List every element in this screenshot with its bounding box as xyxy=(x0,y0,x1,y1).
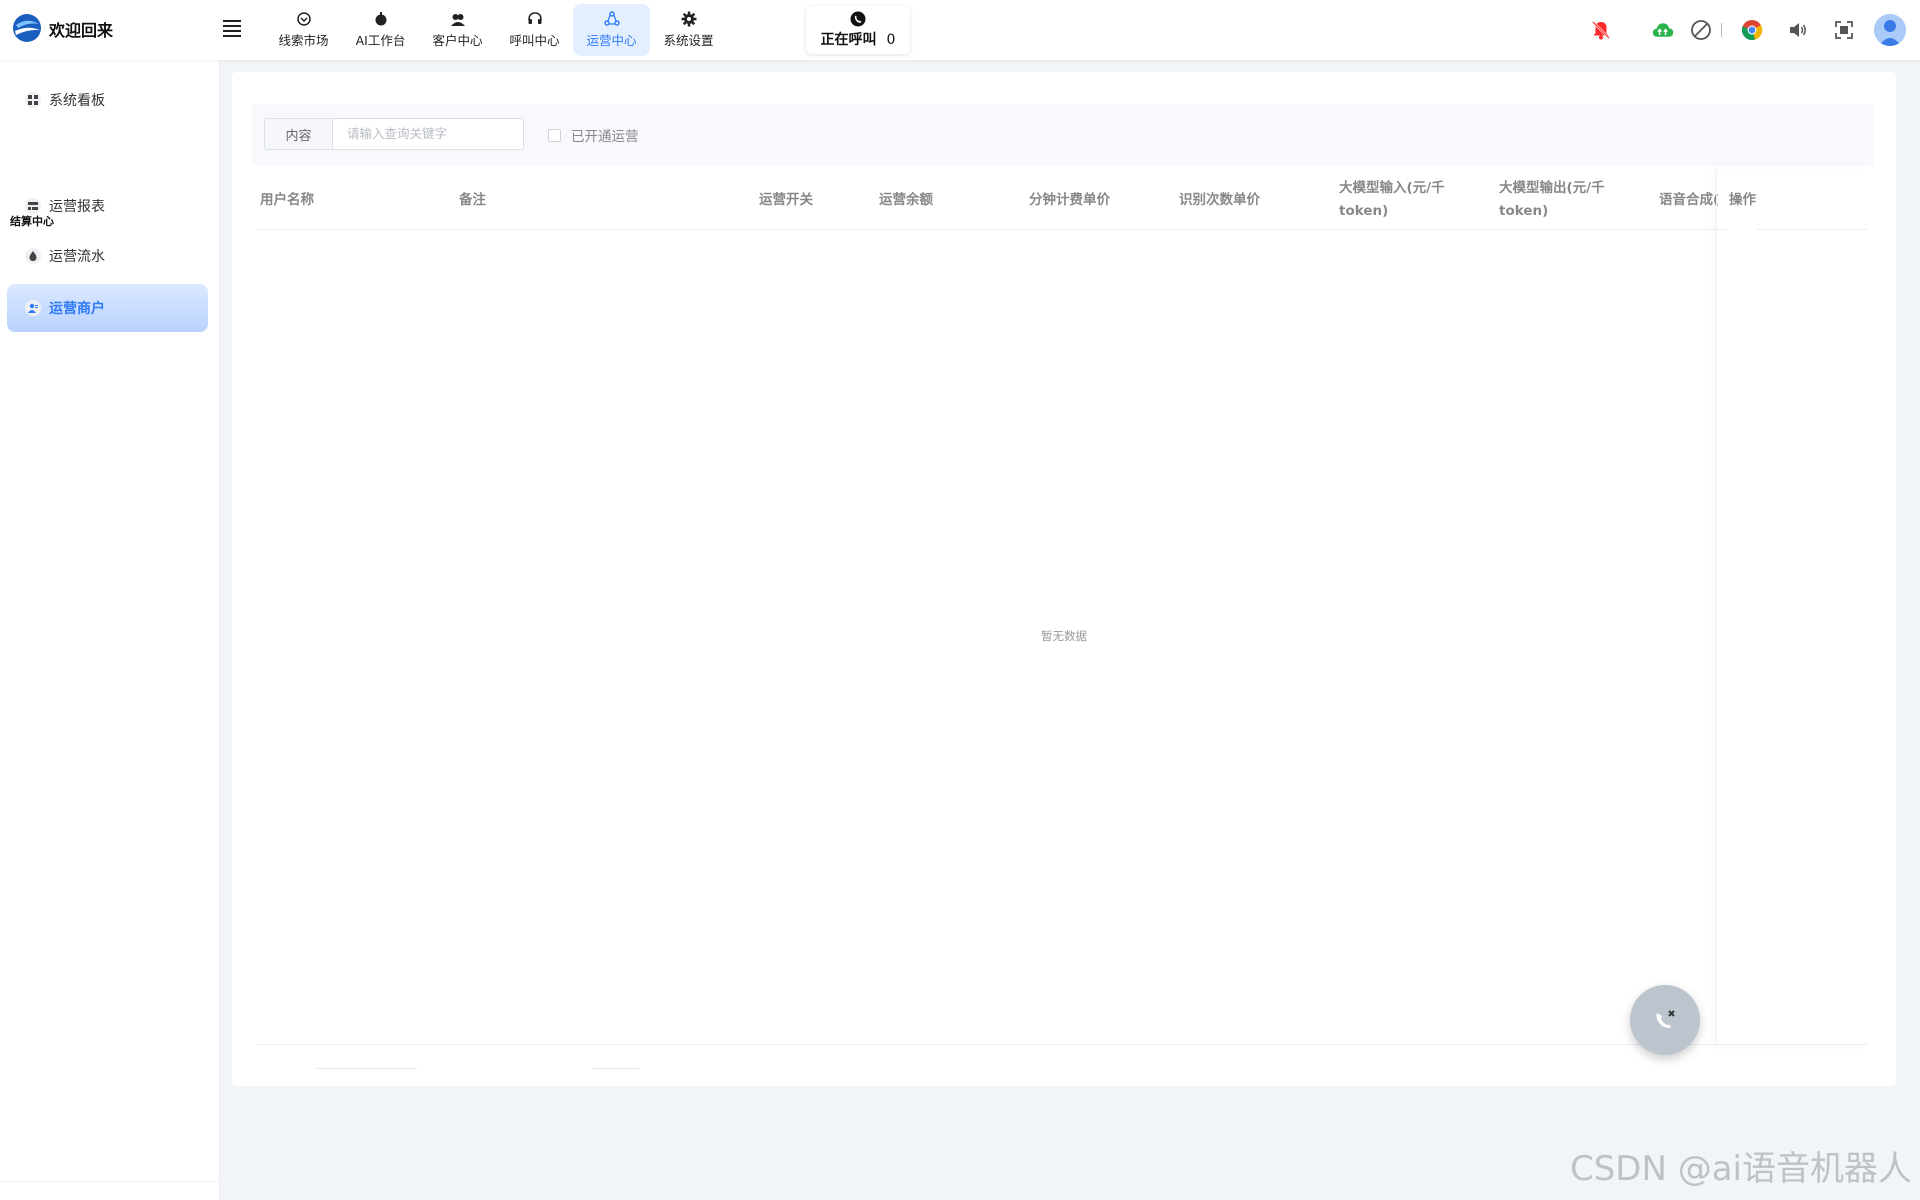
menu-toggle-icon[interactable] xyxy=(223,20,241,37)
table-header: 用户名称 备注 运营开关 运营余额 分钟计费单价 识别次数单价 大模型输入(元/… xyxy=(256,170,1868,230)
pagination-right xyxy=(593,1068,639,1069)
robot-icon xyxy=(375,12,386,26)
column-header[interactable]: 备注 xyxy=(459,170,486,230)
sidebar-item-operation-merchant[interactable]: 运营商户 xyxy=(7,284,208,332)
cloud-upload-icon xyxy=(1652,23,1674,37)
brand-title: 欢迎回来 xyxy=(49,21,114,40)
column-header[interactable]: 用户名称 xyxy=(260,170,314,230)
nav-call-center[interactable]: 呼叫中心 xyxy=(496,4,573,56)
block-button[interactable] xyxy=(1685,14,1717,46)
column-header[interactable]: 分钟计费单价 xyxy=(1029,170,1110,230)
logo-icon xyxy=(13,14,41,42)
block-icon xyxy=(1691,20,1711,40)
chrome-icon xyxy=(1741,20,1763,41)
pagination-left xyxy=(317,1068,417,1069)
volume-icon xyxy=(1790,23,1806,37)
phone-hangup-icon xyxy=(1656,1010,1675,1028)
top-header: 欢迎回来 线索市场 AI工作台 客户中心 呼叫中心 运营中心 系统设置 正在呼叫… xyxy=(0,0,1920,60)
table-footer-divider xyxy=(256,1044,1868,1045)
gear-icon xyxy=(681,11,696,27)
main-card: 内容 已开通运营 用户名称 备注 运营开关 运营余额 分钟计费单价 识别次数单价… xyxy=(232,72,1896,1086)
nav-ai-workbench[interactable]: AI工作台 xyxy=(342,4,419,56)
user-avatar[interactable] xyxy=(1874,14,1906,46)
header-tools xyxy=(1571,14,1906,46)
sidebar-divider xyxy=(0,1181,219,1182)
report-icon xyxy=(25,198,41,214)
column-header[interactable]: 运营开关 xyxy=(759,170,813,230)
sidebar-item-operation-flow[interactable]: 运营流水 xyxy=(7,232,208,280)
column-header[interactable]: 识别次数单价 xyxy=(1179,170,1260,230)
nav-operation-center[interactable]: 运营中心 xyxy=(573,4,650,56)
column-header[interactable]: 语音合成( xyxy=(1659,170,1723,230)
nav-customer-center[interactable]: 客户中心 xyxy=(419,4,496,56)
operation-enabled-checkbox[interactable]: 已开通运营 xyxy=(548,125,639,145)
checkbox-box[interactable] xyxy=(548,128,561,142)
sidebar-item-operation-report[interactable]: 运营报表 xyxy=(7,182,208,230)
column-header[interactable]: 大模型输入(元/千token) xyxy=(1339,170,1477,230)
hangup-call-button[interactable] xyxy=(1630,985,1700,1055)
headset-icon xyxy=(527,12,542,24)
sidebar-item-label: 运营流水 xyxy=(49,249,105,265)
browser-button[interactable] xyxy=(1736,14,1768,46)
calling-label: 正在呼叫 xyxy=(820,32,877,48)
watermark: CSDN @ai语音机器人 xyxy=(1569,1149,1912,1189)
empty-placeholder: 暂无数据 xyxy=(1041,629,1087,643)
phone-icon xyxy=(850,11,866,27)
search-field-label: 内容 xyxy=(264,118,332,150)
column-header[interactable]: 运营余额 xyxy=(879,170,933,230)
avatar-icon xyxy=(1874,14,1906,46)
nav-clue-market[interactable]: 线索市场 xyxy=(265,4,342,56)
sidebar-item-dashboard[interactable]: 系统看板 xyxy=(7,76,208,124)
merchant-icon xyxy=(25,300,41,316)
calling-status[interactable]: 正在呼叫 0 xyxy=(806,6,910,54)
drop-icon xyxy=(25,248,41,264)
column-header[interactable]: 大模型输出(元/千token) xyxy=(1499,170,1637,230)
fullscreen-button[interactable] xyxy=(1828,14,1860,46)
fullscreen-icon xyxy=(1835,21,1853,39)
tool-divider xyxy=(1721,23,1722,37)
sidebar-item-label: 系统看板 xyxy=(49,93,105,109)
nav-system-settings[interactable]: 系统设置 xyxy=(650,4,727,56)
operation-icon xyxy=(603,11,620,26)
volume-button[interactable] xyxy=(1782,14,1814,46)
sidebar: 系统看板 结算中心 运营报表 运营流水 运营商户 xyxy=(0,60,220,1200)
calling-count: 0 xyxy=(886,32,896,48)
filter-bar: 内容 已开通运营 xyxy=(252,104,1873,166)
notification-button[interactable] xyxy=(1585,14,1617,46)
clue-icon xyxy=(296,12,311,26)
fixed-actions-column xyxy=(1716,170,1866,1046)
dashboard-icon xyxy=(25,92,41,108)
checkbox-label: 已开通运营 xyxy=(571,129,639,145)
cloud-sync-button[interactable] xyxy=(1647,14,1679,46)
main-nav: 线索市场 AI工作台 客户中心 呼叫中心 运营中心 系统设置 xyxy=(265,4,727,56)
bell-off-icon xyxy=(1592,21,1610,40)
users-icon xyxy=(450,14,465,26)
sidebar-item-label: 运营商户 xyxy=(49,301,105,317)
search-input[interactable] xyxy=(332,118,524,150)
sidebar-item-label: 运营报表 xyxy=(49,199,105,215)
